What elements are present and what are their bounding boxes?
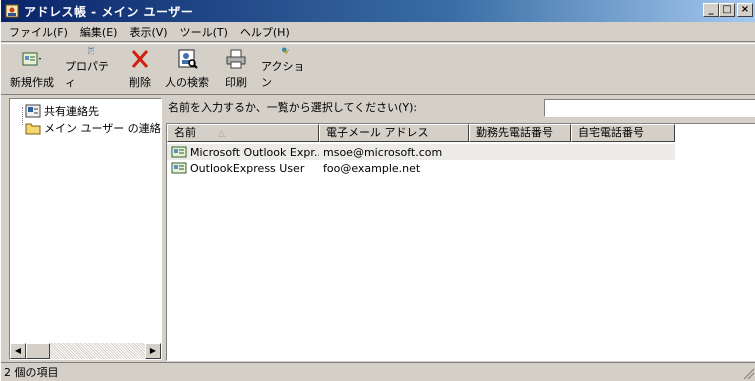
column-header-home-phone-label: 自宅電話番号 [578,126,644,139]
table-row[interactable]: OutlookExpress User foo@example.net [167,160,675,176]
print-icon [226,49,246,69]
new-button[interactable]: 新規作成 [3,44,61,94]
tree-item-shared-contacts[interactable]: 共有連絡先 [25,103,99,119]
minimize-button[interactable]: _ [703,3,719,17]
search-input[interactable] [544,99,755,117]
new-contact-icon [22,52,41,66]
contact-name: OutlookExpress User [190,161,305,175]
menu-bar: ファイル(F) 編集(E) 表示(V) ツール(T) ヘルプ(H) [1,22,755,42]
tree-connector [22,107,23,125]
search-label: 名前を入力するか、一覧から選択してください(Y): [168,101,418,114]
status-text: 2 個の項目 [4,366,59,379]
contact-card-icon [171,146,187,158]
action-button-label: アクション [261,60,305,89]
properties-button-label: プロパティ [65,60,109,89]
close-button[interactable]: × [737,3,753,17]
scroll-right-arrow-icon[interactable]: ▶ [145,343,161,359]
menu-edit[interactable]: 編集(E) [74,24,124,40]
menu-help[interactable]: ヘルプ(H) [234,24,296,40]
sort-ascending-icon: △ [218,129,225,139]
properties-icon [88,46,94,55]
tree-item-shared-label: 共有連絡先 [44,105,99,118]
address-book-window: アドレス帳 - メイン ユーザー _ □ × ファイル(F) 編集(E) 表示(… [0,0,755,381]
maximize-button[interactable]: □ [719,3,735,17]
action-button[interactable]: アクション [257,44,313,94]
column-header-work-phone[interactable]: 勤務先電話番号 [469,124,571,142]
column-header-home-phone[interactable]: 自宅電話番号 [571,124,675,142]
toolbar: 新規作成 プロパティ 削除 人の検索 印刷 アクション [1,43,755,95]
new-button-label: 新規作成 [10,76,54,89]
contact-list: 名前 △ 電子メール アドレス 勤務先電話番号 自宅電話番号 Microsoft … [166,123,755,361]
contact-email: foo@example.net [323,161,421,175]
folder-tree: 共有連絡先 メイン ユーザー の連絡先 ◀ ▶ [9,98,162,360]
delete-button[interactable]: 削除 [121,44,159,94]
title-bar[interactable]: アドレス帳 - メイン ユーザー _ □ × [1,0,755,22]
column-header-name[interactable]: 名前 △ [167,124,319,142]
address-book-icon [5,4,19,18]
tree-item-main-user-label: メイン ユーザー の連絡先 [44,122,162,135]
status-bar: 2 個の項目 [1,362,755,381]
window-controls: _ □ × [703,3,753,17]
shared-contacts-icon [25,104,41,118]
folder-icon [25,123,41,135]
print-button-label: 印刷 [225,76,247,89]
scroll-track[interactable] [50,343,145,359]
action-icon [282,47,289,54]
scroll-left-arrow-icon[interactable]: ◀ [10,343,26,359]
list-header: 名前 △ 電子メール アドレス 勤務先電話番号 自宅電話番号 [167,124,675,142]
contact-name: Microsoft Outlook Expr... [190,145,319,159]
scroll-thumb[interactable] [26,343,50,359]
find-people-icon [178,49,198,69]
column-header-email[interactable]: 電子メール アドレス [319,124,469,142]
table-row[interactable]: Microsoft Outlook Expr... msoe@microsoft… [167,144,675,160]
find-people-button[interactable]: 人の検索 [159,44,215,94]
column-header-work-phone-label: 勤務先電話番号 [476,126,553,139]
delete-button-label: 削除 [129,76,151,89]
menu-file[interactable]: ファイル(F) [3,24,74,40]
tree-item-main-user[interactable]: メイン ユーザー の連絡先 [25,120,162,136]
window-title: アドレス帳 - メイン ユーザー [24,4,194,19]
column-header-name-label: 名前 [174,126,196,139]
menu-view[interactable]: 表示(V) [123,24,173,40]
delete-icon [131,50,149,68]
properties-button[interactable]: プロパティ [61,44,121,94]
column-header-email-label: 電子メール アドレス [326,126,429,139]
contact-email: msoe@microsoft.com [323,145,443,159]
find-people-button-label: 人の検索 [165,76,209,89]
resize-grip-icon[interactable] [742,367,754,379]
contact-card-icon [171,162,187,174]
menu-tools[interactable]: ツール(T) [174,24,234,40]
print-button[interactable]: 印刷 [215,44,257,94]
tree-horizontal-scrollbar[interactable]: ◀ ▶ [10,343,161,359]
